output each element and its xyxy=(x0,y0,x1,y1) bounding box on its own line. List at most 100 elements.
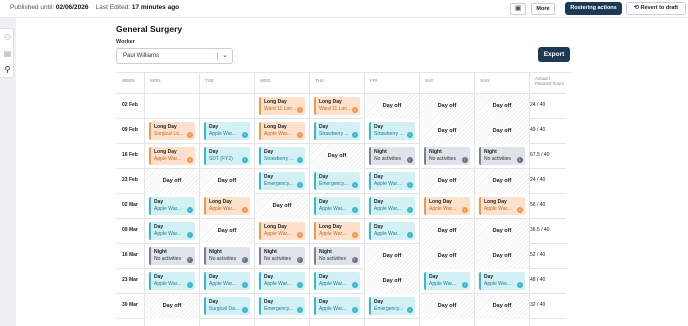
roster-cell[interactable]: Long Day Ward 11 Lon... i xyxy=(310,94,364,119)
day-off-cell[interactable]: Day off xyxy=(475,294,529,319)
day-off-cell[interactable]: Day off xyxy=(475,169,529,194)
roster-cell[interactable]: Day SDT (FY2) i xyxy=(200,144,254,169)
shift-card-day[interactable]: Day Apple War... i xyxy=(424,272,470,290)
shift-card-day[interactable]: Day Emergency... i xyxy=(259,172,305,190)
roster-cell[interactable]: Day Apple War... i xyxy=(145,219,199,244)
shift-card-day[interactable]: Day Apple War... i xyxy=(204,122,250,140)
calendar-button[interactable]: ▣ xyxy=(510,3,526,15)
day-off-cell[interactable]: Day off xyxy=(365,94,419,119)
day-off-cell[interactable]: Day off xyxy=(200,219,254,244)
day-off-cell[interactable]: Day off xyxy=(475,94,529,119)
roster-cell[interactable]: Day Emergency... i xyxy=(255,169,309,194)
shift-card-day[interactable]: Day Strawberry ... i xyxy=(259,147,305,165)
roster-cell[interactable]: Day Emergency... i xyxy=(365,294,419,319)
day-off-cell[interactable]: Day off xyxy=(475,244,529,269)
roster-cell[interactable]: Day Apple War... i xyxy=(365,169,419,194)
roster-cell[interactable]: Day Apple War... i xyxy=(310,269,364,294)
roster-cell[interactable]: Day Emergency... i xyxy=(310,169,364,194)
roster-cell[interactable]: Long Day Surgical Lo... i xyxy=(145,119,199,144)
shift-card-long[interactable]: Long Day Apple War... i xyxy=(314,222,360,240)
person-icon[interactable]: ⚲ xyxy=(3,65,12,74)
roster-cell[interactable]: Day Emergency... i xyxy=(255,294,309,319)
day-off-cell[interactable]: Day off xyxy=(365,244,419,269)
shift-card-long[interactable]: Long Day Apple War... i xyxy=(479,197,525,215)
shift-card-night[interactable]: Night No activities ☾ xyxy=(149,247,195,265)
day-off-cell[interactable]: Day off xyxy=(420,294,474,319)
roster-cell[interactable]: Day Apple War... i xyxy=(200,119,254,144)
building-icon[interactable]: ▤ xyxy=(3,49,12,58)
shift-card-day[interactable]: Day Apple War... i xyxy=(314,197,360,215)
roster-cell[interactable]: Long Day Apple War... i xyxy=(310,219,364,244)
day-off-cell[interactable]: Day off xyxy=(475,219,529,244)
shift-card-long[interactable]: Long Day Apple War... i xyxy=(259,122,305,140)
more-button[interactable]: More xyxy=(531,3,555,15)
roster-cell[interactable]: Day Apple War... i xyxy=(145,194,199,219)
shift-card-day[interactable]: Day Apple War... i xyxy=(204,272,250,290)
roster-cell[interactable]: Night No activities ☾ xyxy=(200,244,254,269)
shift-card-day[interactable]: Day Emergency... i xyxy=(259,297,305,315)
shift-card-night[interactable]: Night No activities ☾ xyxy=(259,247,305,265)
shift-card-day[interactable]: Day Apple War... i xyxy=(259,272,305,290)
day-off-cell[interactable]: Day off xyxy=(475,119,529,144)
roster-cell[interactable]: Long Day Apple War... i xyxy=(255,219,309,244)
shift-card-long[interactable]: Long Day Apple War... i xyxy=(149,147,195,165)
revert-to-draft-button[interactable]: ⟲ Revert to draft xyxy=(626,2,686,15)
roster-cell[interactable]: Night No activities ☾ xyxy=(145,244,199,269)
shift-card-day[interactable]: Day Apple War... i xyxy=(314,297,360,315)
shift-card-long[interactable]: Long Day Ward 11 Lon... i xyxy=(259,97,305,115)
users-icon[interactable]: ⚇ xyxy=(3,33,12,42)
day-off-cell[interactable]: Day off xyxy=(420,169,474,194)
roster-cell[interactable]: Day Apple War... i xyxy=(365,194,419,219)
shift-card-long[interactable]: Long Day Apple War... i xyxy=(204,197,250,215)
shift-card-day[interactable]: Day Emergency... i xyxy=(369,297,415,315)
shift-card-day[interactable]: Day Apple War... i xyxy=(479,272,525,290)
roster-cell[interactable]: Day Apple War... i xyxy=(310,294,364,319)
roster-cell[interactable]: Day Strawberry ... i xyxy=(255,144,309,169)
roster-cell[interactable]: Long Day Apple War... i xyxy=(475,194,529,219)
day-off-cell[interactable]: Day off xyxy=(420,219,474,244)
shift-card-day[interactable]: Day Apple War... i xyxy=(149,197,195,215)
shift-card-day[interactable]: Day Apple War... i xyxy=(369,172,415,190)
shift-card-night[interactable]: Night No activities ☾ xyxy=(424,147,470,165)
day-off-cell[interactable]: Day off xyxy=(420,94,474,119)
roster-cell[interactable]: Long Day Apple War... i xyxy=(420,194,474,219)
roster-cell[interactable]: Night No activities ☾ xyxy=(255,244,309,269)
shift-card-day[interactable]: Day Apple War... i xyxy=(369,222,415,240)
shift-card-night[interactable]: Night No activities ☾ xyxy=(369,147,415,165)
shift-card-long[interactable]: Long Day Apple War... i xyxy=(424,197,470,215)
shift-card-night[interactable]: Night No activities ☾ xyxy=(314,247,360,265)
day-off-cell[interactable]: Day off xyxy=(145,169,199,194)
export-button[interactable]: Export xyxy=(538,47,570,62)
roster-cell[interactable]: Day Apple War... i xyxy=(365,219,419,244)
day-off-cell[interactable]: Day off xyxy=(420,119,474,144)
shift-card-day[interactable]: Day Strawberry ... i xyxy=(369,122,415,140)
roster-cell[interactable]: Day Apple War... i xyxy=(420,269,474,294)
roster-cell[interactable]: Long Day Apple War... i xyxy=(255,119,309,144)
roster-cell[interactable]: Day Surgical Da... i xyxy=(200,294,254,319)
day-off-cell[interactable]: Day off xyxy=(145,294,199,319)
roster-cell[interactable]: Day Apple War... i xyxy=(145,269,199,294)
rostering-actions-button[interactable]: Rostering actions xyxy=(565,2,622,15)
shift-card-day[interactable]: Day Apple War... i xyxy=(149,222,195,240)
day-off-cell[interactable]: Day off xyxy=(420,244,474,269)
shift-card-day[interactable]: Day Apple War... i xyxy=(369,197,415,215)
roster-cell[interactable]: Day Apple War... i xyxy=(310,194,364,219)
roster-cell[interactable]: Night No activities ☾ xyxy=(310,244,364,269)
day-off-cell[interactable]: Day off xyxy=(310,144,364,169)
shift-card-day[interactable]: Day Strawberry ... i xyxy=(314,122,360,140)
roster-cell[interactable]: Long Day Apple War... i xyxy=(145,144,199,169)
roster-cell[interactable]: Day Strawberry ... i xyxy=(365,119,419,144)
roster-cell[interactable]: Night No activities ☾ xyxy=(420,144,474,169)
shift-card-night[interactable]: Night No activities ☾ xyxy=(479,147,525,165)
shift-card-day[interactable]: Day Emergency... i xyxy=(314,172,360,190)
shift-card-day[interactable]: Day SDT (FY2) i xyxy=(204,147,250,165)
roster-cell[interactable]: Day Apple War... i xyxy=(255,269,309,294)
roster-cell[interactable]: Night No activities ☾ xyxy=(365,144,419,169)
roster-cell[interactable]: Long Day Apple War... i xyxy=(200,194,254,219)
roster-cell[interactable]: Day Apple War... i xyxy=(475,269,529,294)
roster-cell[interactable]: Night No activities ☾ xyxy=(475,144,529,169)
roster-cell[interactable]: Day Strawberry ... i xyxy=(310,119,364,144)
day-off-cell[interactable]: Day off xyxy=(365,269,419,294)
day-off-cell[interactable]: Day off xyxy=(255,194,309,219)
day-off-cell[interactable]: Day off xyxy=(200,169,254,194)
